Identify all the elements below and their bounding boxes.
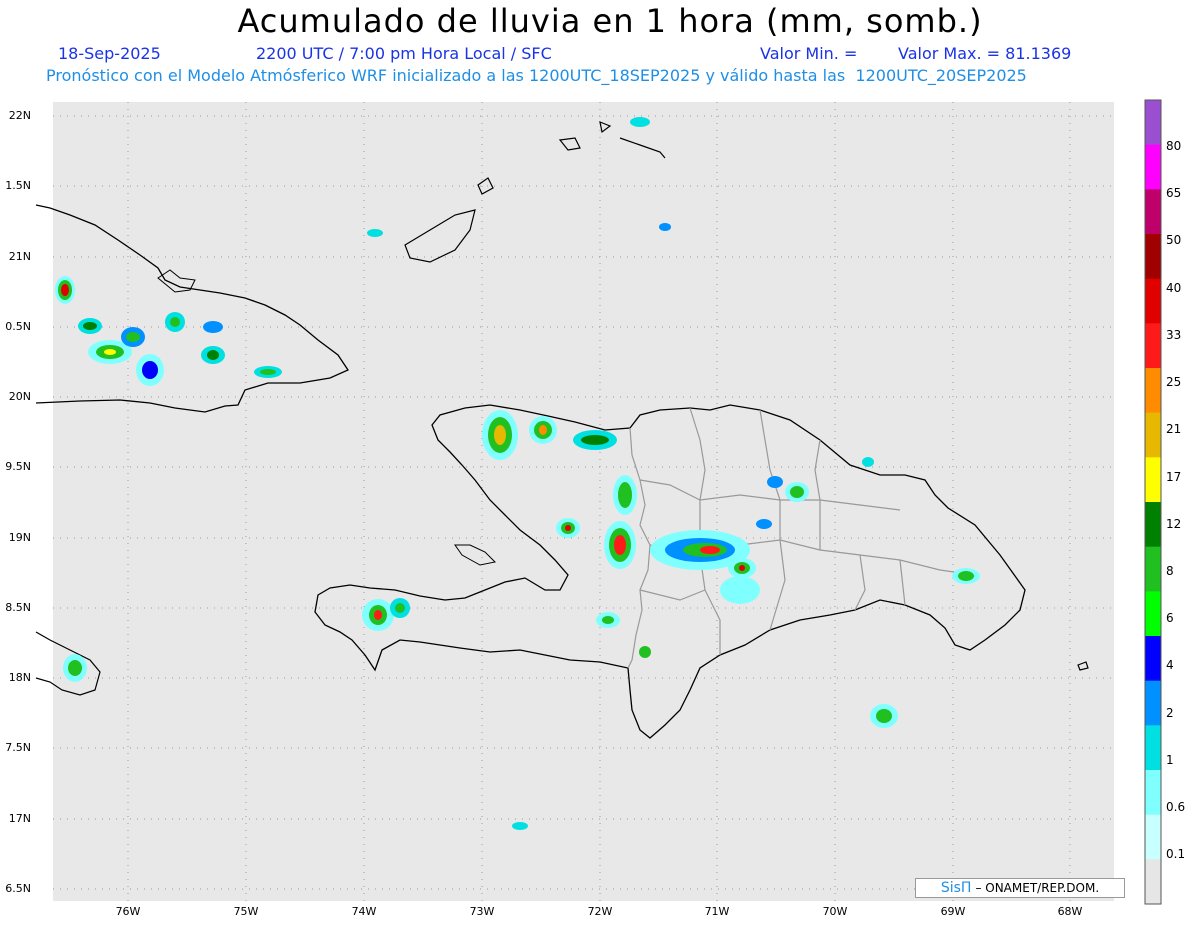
- map-svg: [35, 99, 1162, 905]
- colorbar-segment: [1145, 144, 1161, 190]
- colorbar-segment: [1145, 814, 1161, 860]
- colorbar-label-50: 50: [1166, 233, 1182, 247]
- xtick-68w: 68W: [1057, 905, 1083, 918]
- xtick-75w: 75W: [233, 905, 259, 918]
- colorbar-segment: [1145, 636, 1161, 682]
- xtick-69w: 69W: [940, 905, 966, 918]
- ytick-21n: 21N: [8, 250, 31, 263]
- colorbar-label-6: 6: [1166, 611, 1174, 625]
- colorbar-label-8: 8: [1166, 564, 1174, 578]
- credit-text: – ONAMET/REP.DOM.: [975, 881, 1100, 895]
- colorbar-segment: [1145, 189, 1161, 235]
- colorbar-label-40: 40: [1166, 281, 1182, 295]
- colorbar: [1145, 100, 1161, 905]
- xtick-70w: 70W: [822, 905, 848, 918]
- colorbar-label-4: 4: [1166, 658, 1174, 672]
- ytick-17n: 17N: [8, 812, 31, 825]
- colorbar-label-1: 1: [1166, 753, 1174, 767]
- colorbar-segment: [1145, 770, 1161, 816]
- colorbar-segment: [1145, 725, 1161, 771]
- xtick-74w: 74W: [351, 905, 377, 918]
- colorbar-label-33: 33: [1166, 328, 1182, 342]
- credit-box: SisΠ – ONAMET/REP.DOM.: [915, 878, 1125, 898]
- colorbar-label-21: 21: [1166, 422, 1182, 436]
- colorbar-label-12: 12: [1166, 517, 1182, 531]
- xtick-73w: 73W: [469, 905, 495, 918]
- ytick-22n: 22N: [8, 109, 31, 122]
- colorbar-segment: [1145, 278, 1161, 324]
- sispi-logo: SisΠ: [940, 880, 972, 896]
- colorbar-segment: [1145, 591, 1161, 637]
- colorbar-segment: [1145, 680, 1161, 726]
- ytick-20n: 20N: [8, 390, 31, 403]
- ytick-18n: 18N: [8, 671, 31, 684]
- ytick-20-5n: 0.5N: [5, 320, 31, 333]
- colorbar-segment: [1145, 234, 1161, 280]
- colorbar-segment: [1145, 546, 1161, 592]
- colorbar-label-0-6: 0.6: [1166, 800, 1186, 814]
- colorbar-segment: [1145, 859, 1161, 905]
- colorbar-label-80: 80: [1166, 139, 1182, 153]
- xtick-72w: 72W: [587, 905, 613, 918]
- colorbar-label-25: 25: [1166, 375, 1182, 389]
- xtick-71w: 71W: [704, 905, 730, 918]
- colorbar-segment: [1145, 368, 1161, 414]
- colorbar-segment: [1145, 323, 1161, 369]
- ytick-16-5n: 6.5N: [5, 882, 31, 895]
- colorbar-label-17: 17: [1166, 470, 1182, 484]
- colorbar-segment: [1145, 412, 1161, 458]
- colorbar-label-2: 2: [1166, 706, 1174, 720]
- colorbar-segment: [1145, 100, 1161, 146]
- colorbar-label-65: 65: [1166, 186, 1182, 200]
- ytick-19n: 19N: [8, 531, 31, 544]
- ytick-21-5n: 1.5N: [5, 179, 31, 192]
- colorbar-segment: [1145, 502, 1161, 548]
- colorbar-segment: [1145, 457, 1161, 503]
- ytick-18-5n: 8.5N: [5, 601, 31, 614]
- map-background: [53, 102, 1114, 901]
- ytick-17-5n: 7.5N: [5, 741, 31, 754]
- colorbar-label-0-1: 0.1: [1166, 847, 1186, 861]
- ytick-19-5n: 9.5N: [5, 460, 31, 473]
- xtick-76w: 76W: [115, 905, 141, 918]
